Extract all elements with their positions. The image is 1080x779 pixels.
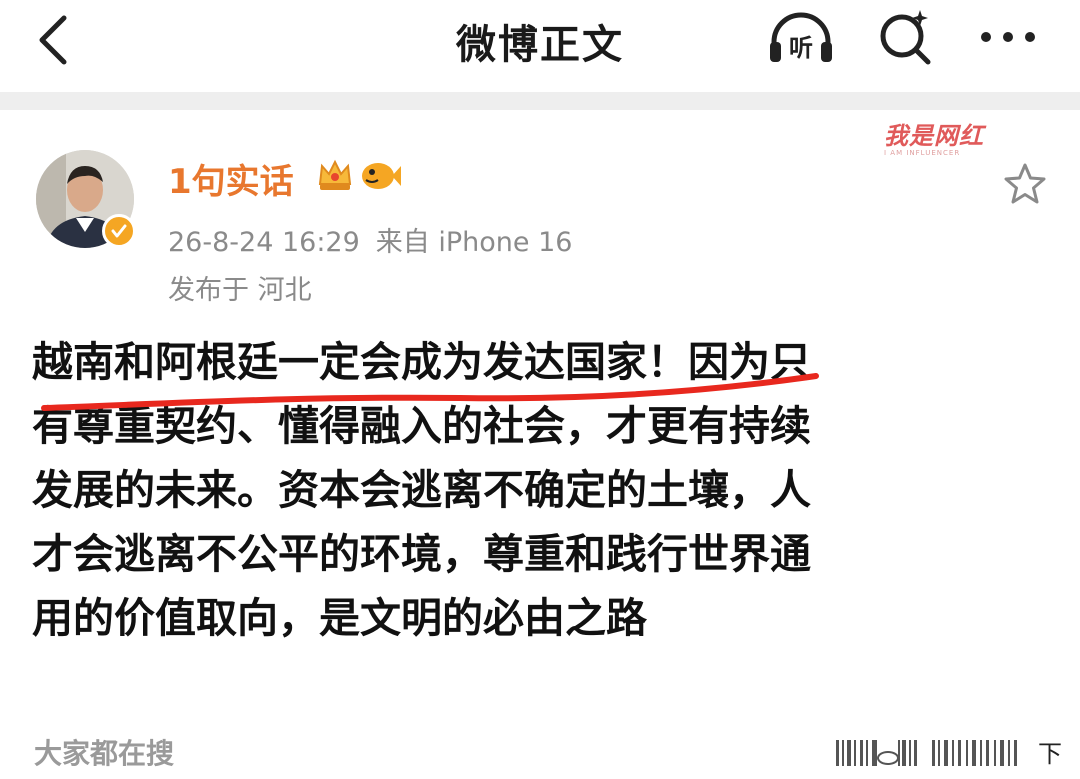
download-label: 下	[1038, 740, 1062, 768]
favorite-star-icon[interactable]	[1002, 162, 1048, 206]
barcode-watermark: 下	[836, 740, 1062, 768]
post-body-line: 发展的未来。资本会逃离不确定的土壤，人	[32, 466, 811, 514]
section-divider	[0, 92, 1080, 110]
more-options-icon[interactable]	[976, 20, 1040, 54]
post-body-line: 才会逃离不公平的环境，尊重和践行世界通	[32, 530, 811, 578]
watermark-logo: 我是网红 I AM INFLUENCER	[884, 116, 1004, 158]
red-underline-annotation	[41, 373, 819, 411]
post-location: 发布于 河北	[168, 275, 312, 306]
watermark-text: 我是网红	[884, 122, 984, 150]
search-icon[interactable]	[876, 6, 936, 66]
listen-label: 听	[789, 34, 813, 62]
post-meta: 26-8-24 16:29 来自 iPhone 16	[168, 220, 588, 259]
post-body-line: 用的价值取向，是文明的必由之路	[32, 594, 647, 642]
fish-mascot-icon[interactable]	[360, 158, 402, 194]
crown-icon[interactable]	[316, 158, 354, 194]
post-timestamp: 26-8-24 16:29	[168, 227, 360, 258]
watermark-subtext: I AM INFLUENCER	[884, 149, 961, 157]
post-card: 我是网红 I AM INFLUENCER 1句实话 26-8-24 16:29 …	[0, 110, 1080, 779]
hot-search-label[interactable]: 大家都在搜	[34, 732, 174, 772]
author-name[interactable]: 1句实话	[168, 154, 294, 203]
top-nav-bar: 微博正文 听	[0, 0, 1080, 92]
listen-button[interactable]: 听	[766, 10, 836, 66]
post-source: 来自 iPhone 16	[375, 227, 573, 258]
verified-badge-icon	[102, 214, 136, 248]
headphones-icon: 听	[770, 12, 832, 62]
